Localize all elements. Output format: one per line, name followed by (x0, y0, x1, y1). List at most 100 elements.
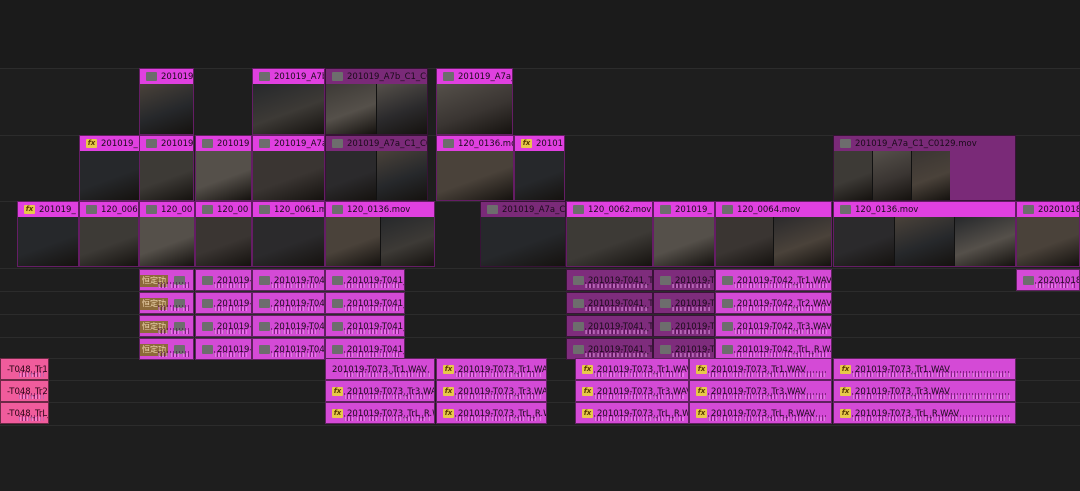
clip-header: 120_0136.mov (834, 202, 1015, 217)
clip-thumbnails (326, 84, 427, 134)
video-clip[interactable]: 201019_A7a_C (480, 201, 566, 267)
audio-clip[interactable]: fx201019-T073_TrL_R.WAV (689, 402, 832, 424)
video-frame-thumbnail (377, 84, 427, 134)
audio-clip[interactable]: 201019- (195, 338, 252, 360)
audio-clip[interactable]: -T048_Tr2.W (0, 380, 49, 402)
clip-badge-icon (259, 299, 270, 308)
video-clip[interactable]: 120_0136.mov (833, 201, 1016, 267)
video-clip[interactable]: fx 20101 (514, 135, 565, 201)
video-clip[interactable]: 120_0136.mov (436, 135, 514, 201)
video-clip[interactable]: 201019 (195, 135, 252, 201)
video-clip[interactable]: 120_0062.mov (566, 201, 653, 267)
audio-clip[interactable]: 201019-T041_ (325, 315, 405, 337)
fx-badge-icon: fx (332, 387, 343, 396)
video-clip[interactable]: 201019_A7b_C1_C0 (325, 68, 428, 135)
audio-clip[interactable]: fx 201019-T073_TrL_R.W (325, 402, 435, 424)
audio-clip[interactable]: fx 201019-T073_Tr1.WAV (689, 358, 832, 380)
audio-clip[interactable]: -T048_TrL_R (0, 402, 49, 424)
audio-clip[interactable]: 201019-T042_TrL_R.WA (715, 338, 832, 360)
video-clip[interactable]: 120_0136.mov (325, 201, 435, 267)
audio-clip[interactable]: 恒定功 (139, 315, 194, 337)
audio-clip[interactable]: 201019- (195, 269, 252, 291)
video-clip[interactable]: fx 201019_ (17, 201, 79, 267)
audio-clip[interactable]: 201019-T (653, 292, 715, 314)
clip-thumbnails (437, 151, 513, 200)
video-clip[interactable]: 120_0061.m (252, 201, 325, 267)
video-frame-thumbnail (894, 217, 955, 266)
video-clip[interactable]: 201019_A7b (252, 68, 325, 135)
audio-clip[interactable]: 201019- (195, 315, 252, 337)
audio-clip[interactable]: fx201019-T073_TrL_R.WAV (436, 402, 547, 424)
audio-clip[interactable]: fx201019-T073_TrL_R.WAV (833, 402, 1016, 424)
video-clip[interactable]: 201019_A7a_C1_C0 (325, 135, 428, 201)
audio-clip[interactable]: 201019-T (653, 338, 715, 360)
clip-label: 120_0064.mov (737, 204, 801, 215)
audio-clip[interactable]: 201019-T (653, 269, 715, 291)
audio-clip[interactable]: fx 201019-T073_Tr3.WAV (436, 380, 547, 402)
video-clip[interactable]: 120_00 (139, 201, 195, 267)
audio-clip[interactable]: fx 201019-T073_Tr3.WAV (833, 380, 1016, 402)
audio-clip[interactable]: -T048_Tr1.W (0, 358, 49, 380)
video-clip[interactable]: 201019_A7a_ (436, 68, 513, 135)
video-frame-thumbnail (567, 217, 652, 266)
audio-clip[interactable]: fx 201019-T073_Tr1.WAV (436, 358, 547, 380)
video-clip[interactable]: 201019 (139, 68, 194, 135)
video-clip[interactable]: 20201018_ (1016, 201, 1080, 267)
clip-badge-icon (1023, 205, 1034, 214)
audio-clip[interactable]: 恒定功 (139, 269, 194, 291)
audio-clip[interactable]: 201019-T041_ (325, 269, 405, 291)
clip-thumbnails (18, 217, 78, 266)
audio-waveform-overlay (455, 373, 542, 377)
fx-badge-icon: fx (521, 139, 532, 148)
audio-clip[interactable]: 201019-T041_ (325, 292, 405, 314)
audio-clip[interactable]: 201019-T04 (252, 338, 325, 360)
audio-clip[interactable]: 201019-T042_Tr2.WAV (715, 292, 832, 314)
audio-clip[interactable]: fx 201019-T073_TrL_R.WA (575, 402, 689, 424)
fx-badge-icon: fx (582, 365, 593, 374)
audio-waveform-overlay (271, 284, 320, 288)
clip-thumbnails (253, 217, 324, 266)
audio-waveform-overlay (585, 284, 648, 288)
video-frame-thumbnail (253, 84, 324, 134)
video-clip[interactable]: 201019_A7a_C1_C0129.mov (833, 135, 1016, 201)
video-clip[interactable]: fx 201019_ (79, 135, 140, 201)
audio-clip[interactable]: 201019-T04 (252, 292, 325, 314)
audio-clip[interactable]: 201019-T042_Tr1.WAV (715, 269, 832, 291)
clip-header: 201019_A7a_C1_C0 (326, 136, 427, 151)
audio-clip[interactable]: 201019-T042_Tr3.WAV (715, 315, 832, 337)
audio-clip[interactable]: 201019-T (653, 315, 715, 337)
audio-clip[interactable]: 201019-T04 (252, 269, 325, 291)
video-clip[interactable]: 120_00 (195, 201, 252, 267)
clip-badge-icon (660, 299, 671, 308)
audio-clip[interactable]: fx 201019-T073_Tr3.WAV (575, 380, 689, 402)
video-clip[interactable]: 201019 (139, 135, 194, 201)
audio-clip[interactable]: 201019- (195, 292, 252, 314)
audio-waveform-overlay (19, 373, 44, 377)
clip-label: 201019_A7a_C (502, 204, 565, 215)
video-clip[interactable]: 201019_A7a (252, 135, 325, 201)
audio-clip[interactable]: 恒定功 (139, 292, 194, 314)
video-clip[interactable]: 201019_ (653, 201, 715, 267)
audio-clip[interactable]: 恒定功 (139, 338, 194, 360)
audio-clip[interactable]: 201019-T041_Tr (566, 315, 653, 337)
audio-clip[interactable]: fx 201019-T073_Tr3.WAV (689, 380, 832, 402)
audio-clip[interactable]: 201019-T041_Tr (566, 338, 653, 360)
clip-header: 120_0062.mov (567, 202, 652, 217)
audio-clip[interactable]: 201019-T041_ (325, 338, 405, 360)
audio-clip[interactable]: fx 201019-T073_Tr1.WAV (833, 358, 1016, 380)
audio-clip[interactable]: 201019-T073_Tr1.WAV (325, 358, 435, 380)
audio-clip[interactable]: 201019-T04 (252, 315, 325, 337)
video-clip[interactable]: 120_006 (79, 201, 139, 267)
audio-clip[interactable]: 20201018_ (1016, 269, 1080, 291)
audio-waveform-overlay (344, 353, 400, 357)
video-frame-thumbnail (834, 217, 894, 266)
audio-clip[interactable]: 201019-T041_Tr (566, 292, 653, 314)
video-clip[interactable]: 120_0064.mov (715, 201, 832, 267)
audio-clip[interactable]: fx 201019-T073_Tr3.WAV (325, 380, 435, 402)
fx-badge-icon: fx (840, 365, 851, 374)
clip-badge-icon (722, 322, 733, 331)
audio-clip[interactable]: fx 201019-T073_Tr1.WAV (575, 358, 689, 380)
audio-clip[interactable]: 201019-T041_Tr (566, 269, 653, 291)
clip-label: 120_00 (217, 204, 249, 215)
fx-badge-icon: fx (443, 387, 454, 396)
